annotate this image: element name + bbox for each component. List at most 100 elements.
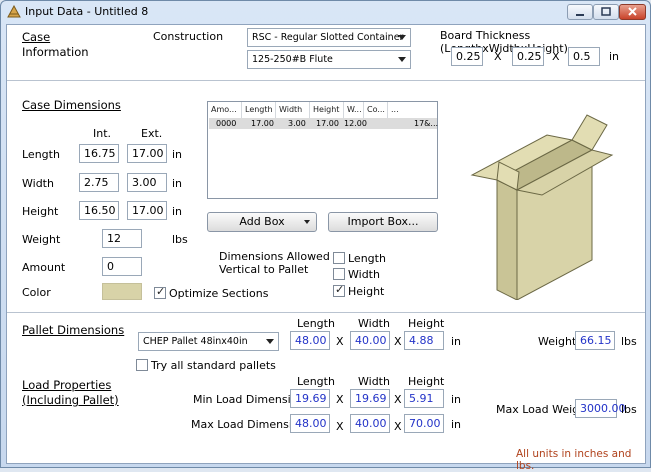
- length-int-input[interactable]: 16.75: [79, 144, 119, 163]
- vertical-allowed-label-1: Dimensions Allowed: [219, 250, 330, 263]
- load-width-label: Width: [358, 375, 390, 388]
- width-ext-input[interactable]: 3.00: [127, 173, 167, 192]
- pallet-length-input[interactable]: 48.00: [290, 331, 330, 350]
- color-label: Color: [22, 286, 51, 299]
- board-width-input[interactable]: 0.25: [512, 47, 544, 66]
- vertical-width-checkbox[interactable]: [333, 268, 345, 280]
- minimize-button[interactable]: [567, 4, 593, 20]
- app-icon: [7, 5, 21, 18]
- case-info-heading-1: Case: [22, 30, 51, 44]
- app-window: Input Data - Untitled 8 Case Information…: [0, 0, 651, 472]
- color-swatch[interactable]: [102, 283, 142, 300]
- height-ext-input[interactable]: 17.00: [127, 201, 167, 220]
- min-load-length-input[interactable]: 19.69: [290, 389, 330, 408]
- try-all-pallets-label: Try all standard pallets: [151, 359, 276, 372]
- pallet-weight-unit: lbs: [621, 335, 637, 348]
- chevron-down-icon: [398, 57, 406, 62]
- try-all-pallets-checkbox[interactable]: [136, 359, 148, 371]
- load-properties-heading-2: (Including Pallet): [22, 393, 119, 407]
- dropdown-arrow-icon: [304, 220, 310, 224]
- pallet-height-label: Height: [408, 317, 445, 330]
- box-list[interactable]: Amo... Length Width Height W... Co... ..…: [207, 101, 438, 199]
- board-length-input[interactable]: 0.25: [451, 47, 483, 66]
- length-ext-input[interactable]: 17.00: [127, 144, 167, 163]
- case-info-heading-2: Information: [22, 45, 89, 59]
- pallet-width-input[interactable]: 40.00: [350, 331, 390, 350]
- list-header-length[interactable]: Length: [242, 102, 276, 118]
- pallet-weight-input[interactable]: 66.15: [575, 331, 615, 350]
- board-height-input[interactable]: 0.5: [568, 47, 600, 66]
- pallet-dimensions-heading: Pallet Dimensions: [22, 323, 125, 337]
- pallet-unit: in: [451, 335, 462, 348]
- row-cell-amount: 0000: [216, 119, 237, 128]
- close-icon: [628, 7, 637, 16]
- x-separator: X: [336, 420, 344, 433]
- min-load-height-input[interactable]: 5.91: [404, 389, 444, 408]
- ext-column-label: Ext.: [141, 127, 163, 140]
- pallet-height-input[interactable]: 4.88: [404, 331, 444, 350]
- vertical-height-label: Height: [348, 285, 385, 298]
- vertical-height-checkbox[interactable]: [333, 283, 345, 297]
- list-header-more[interactable]: ...: [388, 102, 408, 118]
- weight-unit: lbs: [172, 233, 188, 246]
- pallet-weight-label: Weight: [538, 335, 577, 348]
- amount-label: Amount: [22, 261, 66, 274]
- row-cell-length: 17.00: [251, 119, 274, 128]
- input-form: Case Information Construction RSC - Regu…: [6, 24, 646, 472]
- weight-input[interactable]: 12: [102, 229, 142, 248]
- close-button[interactable]: [619, 4, 646, 20]
- vertical-length-checkbox[interactable]: [333, 252, 345, 264]
- row-cell-width: 3.00: [288, 119, 306, 128]
- x-separator: X: [336, 393, 344, 406]
- int-column-label: Int.: [93, 127, 112, 140]
- width-unit: in: [172, 177, 183, 190]
- vertical-allowed-label-2: Vertical to Pallet: [219, 263, 309, 276]
- row-cell-more: 17&...: [414, 119, 439, 128]
- weight-label: Weight: [22, 233, 61, 246]
- import-box-button[interactable]: Import Box...: [328, 212, 438, 232]
- optimize-sections-checkbox[interactable]: [154, 285, 166, 299]
- list-header-color[interactable]: Co...: [364, 102, 388, 118]
- amount-input[interactable]: 0: [102, 257, 142, 276]
- list-header-amount[interactable]: Amo...: [208, 102, 242, 118]
- list-header-width[interactable]: Width: [276, 102, 310, 118]
- vertical-length-label: Length: [348, 252, 386, 265]
- height-label: Height: [22, 205, 59, 218]
- width-int-input[interactable]: 2.75: [79, 173, 119, 192]
- add-box-label: Add Box: [239, 215, 285, 228]
- pallet-length-label: Length: [297, 317, 335, 330]
- x-separator: X: [394, 420, 402, 433]
- chevron-down-icon: [398, 35, 406, 40]
- construction-select[interactable]: RSC - Regular Slotted Container: [247, 28, 411, 47]
- units-note: All units in inches and lbs.: [516, 448, 632, 472]
- list-header-weight[interactable]: W...: [344, 102, 364, 118]
- add-box-button[interactable]: Add Box: [207, 212, 317, 232]
- min-load-unit: in: [451, 393, 462, 406]
- maximize-button[interactable]: [593, 4, 619, 20]
- flute-select[interactable]: 125-250#B Flute: [247, 50, 411, 69]
- list-header-height[interactable]: Height: [310, 102, 344, 118]
- x-separator: X: [552, 50, 560, 63]
- x-separator: X: [494, 50, 502, 63]
- max-load-height-input[interactable]: 70.00: [404, 414, 444, 433]
- min-load-width-input[interactable]: 19.69: [350, 389, 390, 408]
- construction-label: Construction: [153, 30, 224, 43]
- x-separator: X: [394, 335, 402, 348]
- length-unit: in: [172, 148, 183, 161]
- title-bar: Input Data - Untitled 8: [1, 1, 650, 23]
- row-cell-height: 17.00: [316, 119, 339, 128]
- max-load-weight-input[interactable]: 3000.00: [575, 399, 626, 418]
- flute-value: 125-250#B Flute: [252, 54, 333, 65]
- divider: [7, 80, 645, 81]
- width-label: Width: [22, 177, 54, 190]
- height-int-input[interactable]: 16.50: [79, 201, 119, 220]
- minimize-icon: [576, 14, 584, 16]
- row-cell-weight: 12.00: [344, 119, 367, 128]
- max-load-width-input[interactable]: 40.00: [350, 414, 390, 433]
- max-load-length-input[interactable]: 48.00: [290, 414, 330, 433]
- load-length-label: Length: [297, 375, 335, 388]
- x-separator: X: [394, 393, 402, 406]
- load-properties-heading-1: Load Properties: [22, 378, 112, 392]
- load-height-label: Height: [408, 375, 445, 388]
- pallet-select[interactable]: CHEP Pallet 48inx40in: [138, 332, 279, 351]
